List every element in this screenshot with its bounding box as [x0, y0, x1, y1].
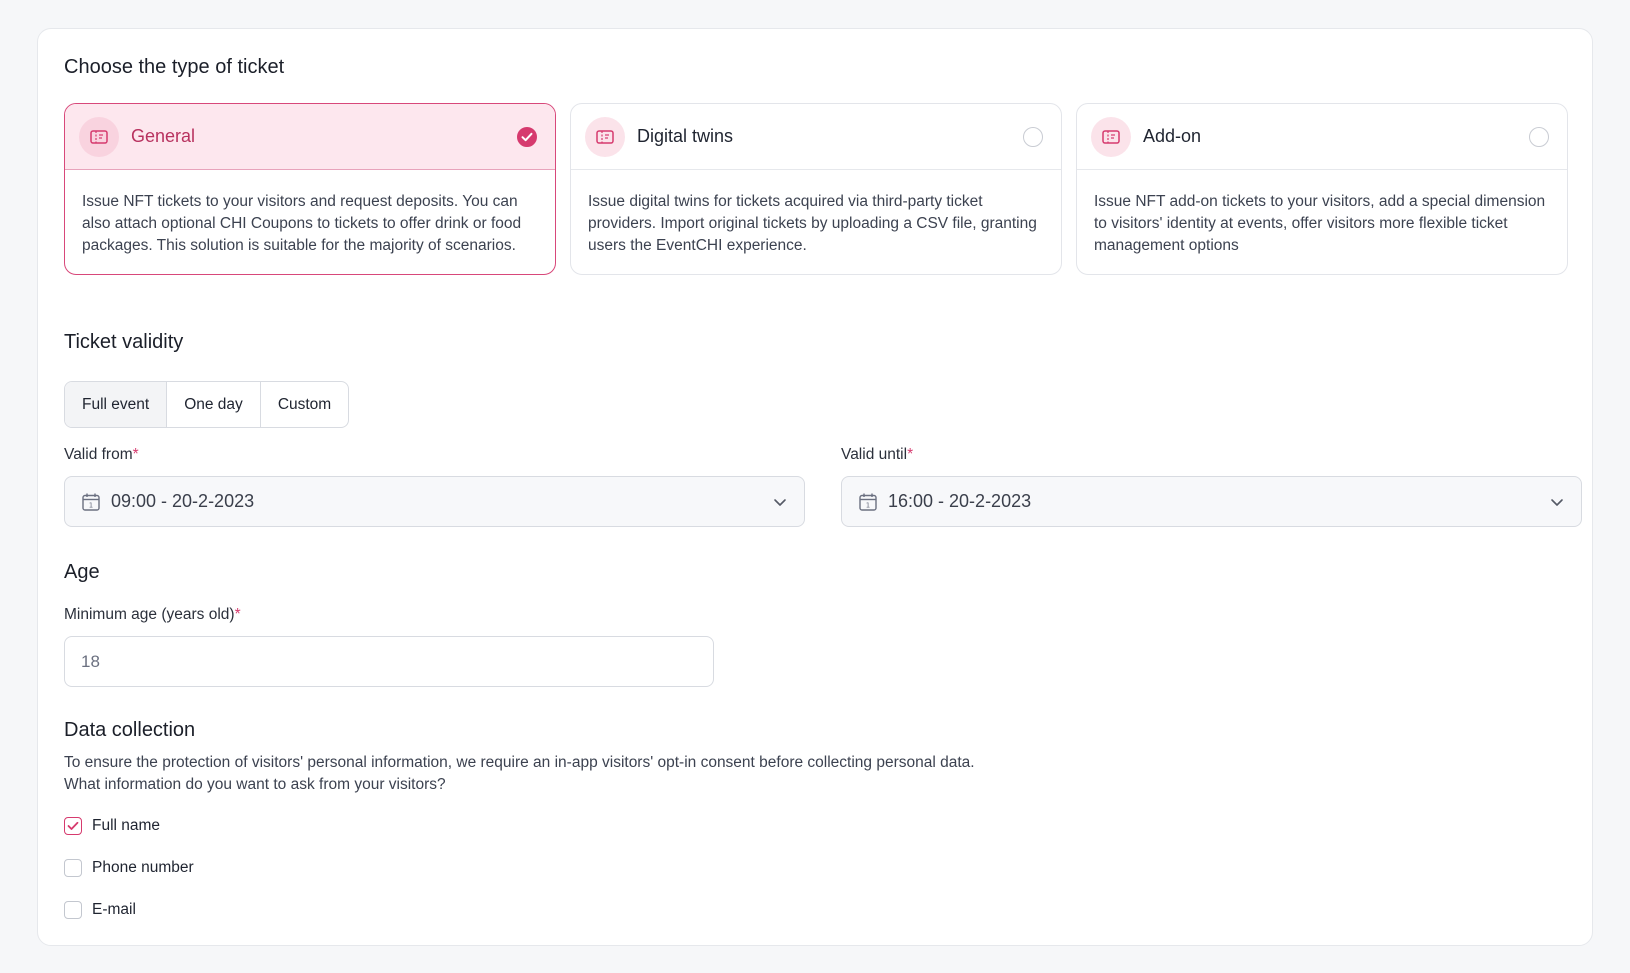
valid-from-label: Valid from* — [64, 446, 139, 464]
age-title: Age — [64, 561, 100, 583]
checkbox-label: Full name — [92, 817, 161, 834]
checkbox-unchecked-icon[interactable] — [64, 859, 82, 877]
svg-text:1: 1 — [866, 501, 870, 509]
description-line: What information do you want to ask from… — [64, 776, 446, 793]
card-title: Add-on — [1143, 126, 1202, 146]
svg-text:1: 1 — [89, 501, 93, 509]
radio-unchecked-icon[interactable] — [1529, 126, 1549, 147]
required-mark: * — [234, 606, 241, 623]
valid-until-select[interactable]: 1 16:00 - 20-2-2023 — [841, 476, 1582, 527]
chevron-down-icon — [1551, 498, 1563, 506]
description-line: To ensure the protection of visitors' pe… — [64, 754, 975, 771]
checkbox-label: Phone number — [92, 859, 194, 876]
ticket-type-card-digital-twins[interactable]: Digital twins Issue digital twins for ti… — [570, 103, 1062, 275]
validity-segmented-control: Full event One day Custom — [64, 381, 350, 428]
card-title: Digital twins — [637, 126, 734, 146]
calendar-icon: 1 — [859, 493, 877, 511]
radio-unchecked-icon[interactable] — [1023, 126, 1043, 147]
validity-option-full-event[interactable]: Full event — [65, 382, 168, 427]
min-age-label-text: Minimum age (years old) — [64, 606, 235, 623]
checkbox-email[interactable]: E-mail — [64, 901, 136, 919]
data-collection-description: To ensure the protection of visitors' pe… — [64, 752, 975, 796]
chevron-down-icon — [774, 498, 786, 506]
validity-option-custom[interactable]: Custom — [261, 382, 348, 427]
card-header: General — [65, 104, 555, 170]
card-description: Issue NFT tickets to your visitors and r… — [82, 193, 522, 254]
required-mark: * — [907, 446, 914, 463]
checkbox-label: E-mail — [92, 901, 136, 918]
checkbox-phone-number[interactable]: Phone number — [64, 859, 194, 877]
ticket-icon — [79, 116, 119, 157]
checkbox-unchecked-icon[interactable] — [64, 901, 82, 919]
ticket-settings-panel: Choose the type of ticket General Issue … — [37, 28, 1593, 946]
valid-until-value: 16:00 - 20-2-2023 — [888, 491, 1032, 511]
ticket-validity-title: Ticket validity — [64, 331, 184, 353]
ticket-type-card-general[interactable]: General Issue NFT tickets to your visito… — [64, 103, 556, 275]
data-collection-title: Data collection — [64, 719, 196, 741]
checkbox-full-name[interactable]: Full name — [64, 817, 160, 835]
valid-until-label: Valid until* — [841, 446, 913, 464]
valid-from-value: 09:00 - 20-2-2023 — [111, 491, 255, 511]
card-header: Add-on — [1077, 104, 1567, 170]
card-description: Issue NFT add-on tickets to your visitor… — [1094, 193, 1546, 254]
valid-from-label-text: Valid from — [64, 446, 133, 463]
min-age-input[interactable] — [64, 636, 714, 687]
ticket-type-card-add-on[interactable]: Add-on Issue NFT add-on tickets to your … — [1076, 103, 1568, 275]
calendar-icon: 1 — [82, 493, 100, 511]
card-description: Issue digital twins for tickets acquired… — [588, 193, 1037, 254]
required-mark: * — [132, 446, 139, 463]
checkbox-checked-icon[interactable] — [64, 817, 82, 835]
radio-checked-icon[interactable] — [517, 126, 537, 147]
ticket-type-cards: General Issue NFT tickets to your visito… — [64, 103, 1568, 275]
card-header: Digital twins — [571, 104, 1061, 170]
ticket-type-title: Choose the type of ticket — [64, 56, 285, 78]
valid-from-select[interactable]: 1 09:00 - 20-2-2023 — [64, 476, 805, 527]
min-age-label: Minimum age (years old)* — [64, 606, 241, 624]
validity-option-one-day[interactable]: One day — [167, 382, 261, 427]
ticket-icon — [1091, 116, 1131, 157]
valid-until-label-text: Valid until — [841, 446, 908, 463]
ticket-icon — [585, 116, 625, 157]
card-title: General — [131, 126, 196, 146]
